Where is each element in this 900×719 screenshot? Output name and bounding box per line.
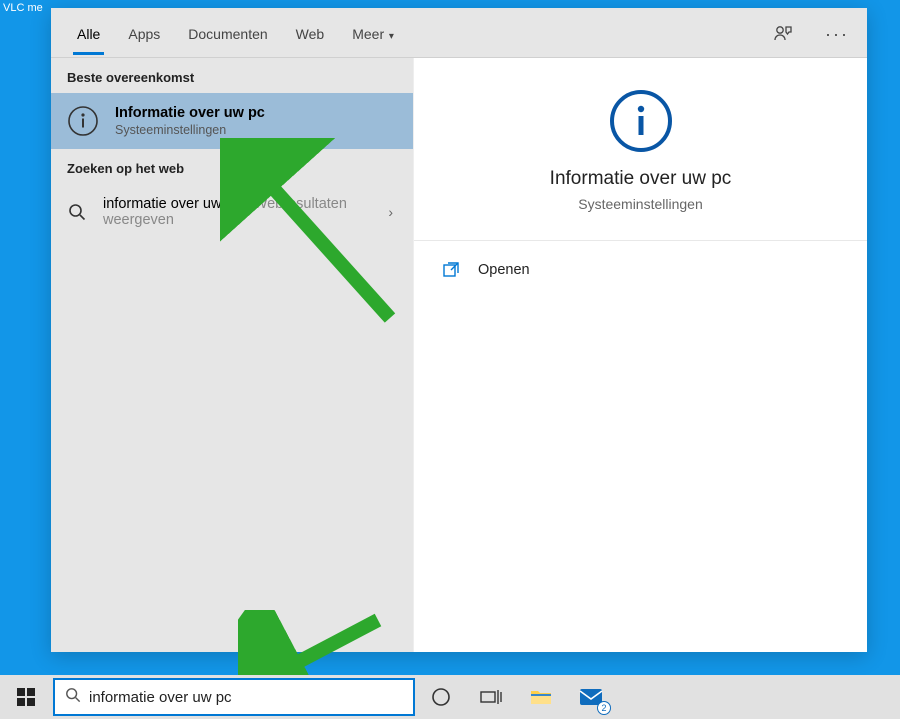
result-title: Informatie over uw pc	[115, 105, 399, 121]
web-result[interactable]: informatie over uw pc - Webresultaten we…	[51, 184, 413, 240]
web-result-title: informatie over uw pc - Webresultaten we…	[103, 196, 368, 228]
web-search-header: Zoeken op het web	[51, 149, 413, 184]
search-tabs-bar: Alle Apps Documenten Web Meer ▾ ···	[51, 8, 867, 58]
detail-subtitle: Systeeminstellingen	[578, 196, 703, 212]
tab-more[interactable]: Meer ▾	[338, 12, 408, 54]
taskbar: 2	[0, 675, 900, 719]
best-match-result[interactable]: Informatie over uw pc Systeeminstellinge…	[51, 93, 413, 149]
chevron-right-icon: ›	[382, 204, 399, 220]
more-options-icon[interactable]: ···	[819, 16, 855, 52]
detail-title: Informatie over uw pc	[550, 168, 732, 190]
tab-apps[interactable]: Apps	[114, 12, 174, 54]
info-icon-large	[608, 88, 674, 154]
task-view-icon[interactable]	[467, 675, 515, 719]
cortana-icon[interactable]	[417, 675, 465, 719]
vlc-window-label: VLC me	[3, 2, 43, 14]
mail-badge: 2	[597, 701, 611, 715]
search-icon	[65, 194, 89, 230]
open-icon	[442, 261, 460, 279]
tab-documents[interactable]: Documenten	[174, 12, 281, 54]
search-icon	[65, 687, 81, 708]
start-button[interactable]	[1, 675, 51, 719]
open-action[interactable]: Openen	[442, 251, 839, 289]
detail-pane: Informatie over uw pc Systeeminstellinge…	[413, 58, 867, 652]
best-match-header: Beste overeenkomst	[51, 58, 413, 93]
mail-icon[interactable]: 2	[567, 675, 615, 719]
tab-all[interactable]: Alle	[63, 12, 114, 54]
result-subtitle: Systeeminstellingen	[115, 123, 399, 137]
feedback-icon[interactable]	[765, 16, 801, 52]
search-input[interactable]	[89, 689, 403, 706]
results-left-column: Beste overeenkomst Informatie over uw pc…	[51, 58, 413, 652]
file-explorer-icon[interactable]	[517, 675, 565, 719]
info-icon	[65, 103, 101, 139]
taskbar-search-box[interactable]	[53, 678, 415, 716]
open-label: Openen	[478, 262, 530, 278]
tab-web[interactable]: Web	[282, 12, 339, 54]
search-results-panel: Alle Apps Documenten Web Meer ▾ ··· Best…	[51, 8, 867, 652]
chevron-down-icon: ▾	[386, 31, 394, 42]
